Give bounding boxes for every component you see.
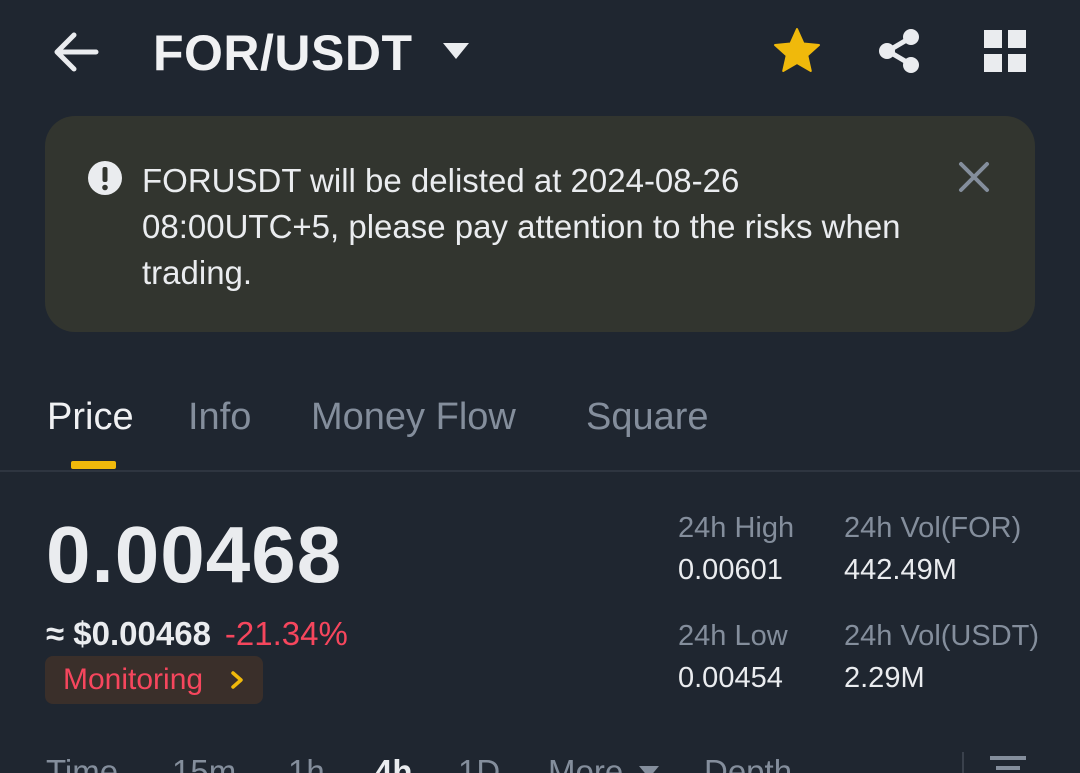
tab-bar: Price Info Money Flow Square (0, 386, 1080, 472)
tab-price[interactable]: Price (47, 394, 134, 440)
interval-more[interactable]: More (548, 752, 623, 773)
market-screen: FOR/USDT FORUSDT will be delisted at 202… (0, 0, 1080, 773)
alert-icon (88, 161, 122, 195)
price-sub-row: ≈ $0.00468 -21.34% (46, 612, 348, 656)
favorite-star-icon[interactable] (772, 26, 822, 76)
tab-info[interactable]: Info (188, 394, 251, 440)
high-value: 0.00601 (678, 554, 783, 586)
vol-base-label: 24h Vol(FOR) (844, 512, 1022, 544)
last-price: 0.00468 (46, 510, 343, 599)
close-icon[interactable] (957, 160, 991, 194)
banner-message: FORUSDT will be delisted at 2024-08-26 0… (142, 162, 901, 291)
low-value: 0.00454 (678, 662, 783, 694)
interval-4h[interactable]: 4h (374, 752, 413, 773)
share-icon[interactable] (874, 26, 924, 76)
divider (962, 752, 964, 773)
high-label: 24h High (678, 512, 795, 544)
monitoring-label: Monitoring (63, 663, 204, 696)
interval-depth[interactable]: Depth (704, 752, 792, 773)
interval-15m[interactable]: 15m (172, 752, 236, 773)
caret-down-icon[interactable] (441, 40, 471, 62)
low-label: 24h Low (678, 620, 788, 652)
vol-base-value: 442.49M (844, 554, 957, 586)
tab-square[interactable]: Square (586, 394, 709, 440)
active-tab-indicator (71, 461, 116, 469)
change-percent: -21.34% (224, 615, 348, 652)
grid-menu-icon[interactable] (982, 28, 1028, 74)
chevron-right-icon (231, 671, 243, 689)
monitoring-badge[interactable]: Monitoring (45, 656, 263, 704)
chart-settings-icon[interactable] (988, 754, 1028, 773)
vol-quote-value: 2.29M (844, 662, 925, 694)
vol-quote-label: 24h Vol(USDT) (844, 620, 1040, 652)
interval-1d[interactable]: 1D (458, 752, 500, 773)
tab-money-flow[interactable]: Money Flow (311, 394, 516, 440)
delisting-banner: FORUSDT will be delisted at 2024-08-26 0… (45, 116, 1035, 332)
interval-time[interactable]: Time (46, 752, 118, 773)
interval-1h[interactable]: 1h (288, 752, 325, 773)
pair-title[interactable]: FOR/USDT (153, 24, 413, 82)
back-arrow-icon[interactable] (50, 30, 100, 74)
fiat-price: ≈ $0.00468 (46, 615, 211, 652)
more-caret-icon (639, 766, 659, 773)
